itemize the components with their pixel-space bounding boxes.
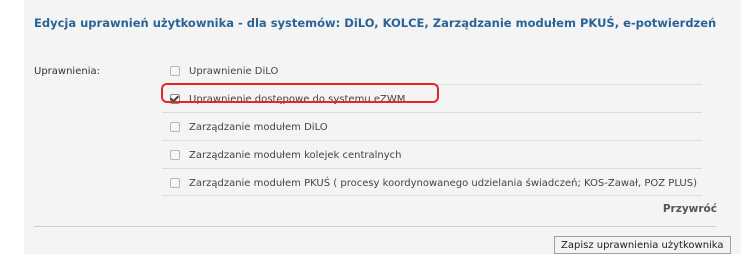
- permissions-label: Uprawnienia:: [34, 66, 100, 77]
- permissions-panel: Edycja uprawnień użytkownika - dla syste…: [24, 0, 741, 254]
- permission-label: Uprawnienie DiLO: [189, 66, 279, 77]
- permission-label: Zarządzanie modułem PKUŚ ( procesy koord…: [189, 178, 697, 189]
- page-title: Edycja uprawnień użytkownika - dla syste…: [34, 16, 717, 30]
- restore-link[interactable]: Przywróć: [663, 203, 717, 215]
- save-permissions-button[interactable]: Zapisz uprawnienia użytkownika: [554, 236, 731, 254]
- checkbox-uprawnienie-dilo[interactable]: [170, 66, 180, 76]
- checkbox-manage-pkus[interactable]: [170, 178, 180, 188]
- checkbox-manage-dilo[interactable]: [170, 122, 180, 132]
- permission-row-pkus[interactable]: Zarządzanie modułem PKUŚ ( procesy koord…: [162, 169, 702, 196]
- divider: [34, 226, 716, 227]
- permission-row-central-queues[interactable]: Zarządzanie modułem kolejek centralnych: [162, 141, 702, 169]
- permission-label: Zarządzanie modułem DiLO: [189, 122, 328, 133]
- annotation-highlight-box: [161, 83, 439, 103]
- permission-row-dilo[interactable]: Uprawnienie DiLO: [162, 57, 702, 85]
- permission-row-manage-dilo[interactable]: Zarządzanie modułem DiLO: [162, 113, 702, 141]
- checkbox-central-queues[interactable]: [170, 150, 180, 160]
- permission-label: Zarządzanie modułem kolejek centralnych: [189, 150, 402, 161]
- permissions-list: Uprawnienie DiLO Uprawnienie dostępowe d…: [162, 57, 702, 196]
